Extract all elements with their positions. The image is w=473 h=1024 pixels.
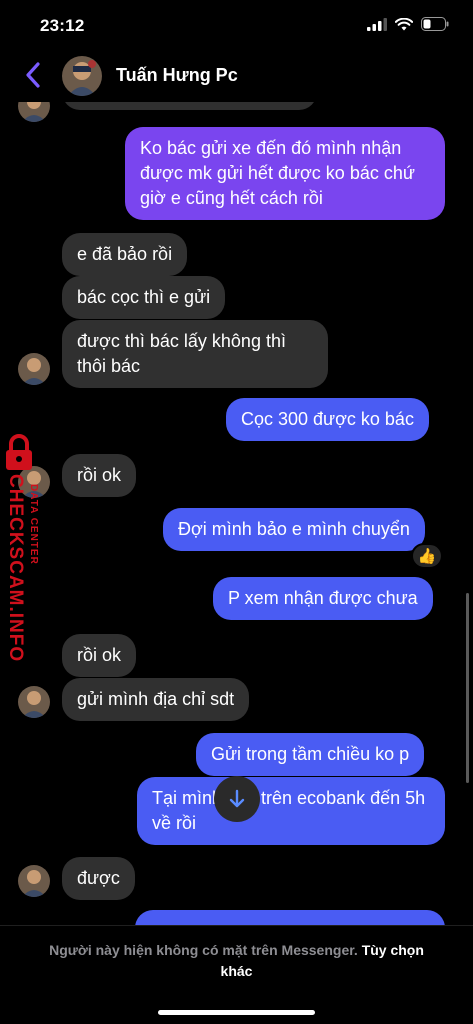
- message-bubble-incoming[interactable]: được: [62, 857, 135, 900]
- avatar: [18, 865, 50, 897]
- message-bubble-outgoing[interactable]: Tại mình làm trên ecobank đến 5h về rồi: [137, 777, 445, 845]
- status-bar: 23:12: [0, 0, 473, 50]
- message-bubble-outgoing[interactable]: Cọc 300 được ko bác: [226, 398, 429, 441]
- unavailable-notice: Người này hiện không có mặt trên Messeng…: [49, 942, 358, 958]
- status-icons: [367, 17, 449, 31]
- scroll-to-bottom-button[interactable]: [214, 776, 260, 822]
- back-button[interactable]: [18, 60, 48, 90]
- signal-icon: [367, 17, 387, 31]
- avatar: [18, 353, 50, 385]
- reaction-badge[interactable]: 👍: [411, 543, 443, 569]
- avatar: [18, 686, 50, 718]
- contact-avatar[interactable]: [62, 56, 102, 96]
- message-bubble-incoming[interactable]: rồi ok: [62, 634, 137, 677]
- composer-unavailable-footer: Người này hiện không có mặt trên Messeng…: [0, 925, 473, 1024]
- scrollbar[interactable]: [466, 593, 469, 783]
- thumbs-up-icon: 👍: [417, 548, 437, 565]
- watermark-text: CHECKSCAM.INFO: [5, 474, 26, 663]
- watermark: CHECKSCAM.INFO DATA CENTER: [0, 434, 48, 664]
- status-time: 23:12: [40, 16, 85, 35]
- arrow-down-icon: [229, 789, 245, 808]
- contact-name[interactable]: Tuấn Hưng Pc: [116, 65, 238, 86]
- watermark-subtext: DATA CENTER: [28, 484, 39, 565]
- wifi-icon: [395, 17, 413, 30]
- message-bubble-incoming[interactable]: được thì bác lấy không thì thôi bác: [62, 320, 328, 388]
- message-bubble-outgoing[interactable]: [135, 910, 445, 925]
- message-bubble-incoming[interactable]: e đã bảo rồi: [62, 233, 188, 276]
- message-bubble-outgoing[interactable]: Ko bác gửi xe đến đó mình nhận được mk g…: [125, 127, 445, 220]
- message-bubble-incoming[interactable]: bác cọc thì e gửi: [62, 276, 226, 319]
- message-bubble-incoming[interactable]: rồi ok: [62, 454, 137, 497]
- conversation-header: Tuấn Hưng Pc: [0, 50, 473, 102]
- footer-notice: Người này hiện không có mặt trên Messeng…: [40, 940, 433, 982]
- battery-icon: [421, 17, 449, 31]
- message-bubble-outgoing[interactable]: P xem nhận được chưa: [213, 577, 433, 620]
- message-bubble-incoming[interactable]: gửi mình địa chỉ sdt: [62, 678, 250, 721]
- lock-icon: [6, 434, 32, 470]
- message-bubble-outgoing[interactable]: Gửi trong tầm chiều ko p: [196, 733, 425, 776]
- chevron-left-icon: [26, 62, 40, 88]
- home-indicator[interactable]: [158, 1010, 315, 1015]
- message-bubble-outgoing[interactable]: Đợi mình bảo e mình chuyển: [163, 508, 425, 551]
